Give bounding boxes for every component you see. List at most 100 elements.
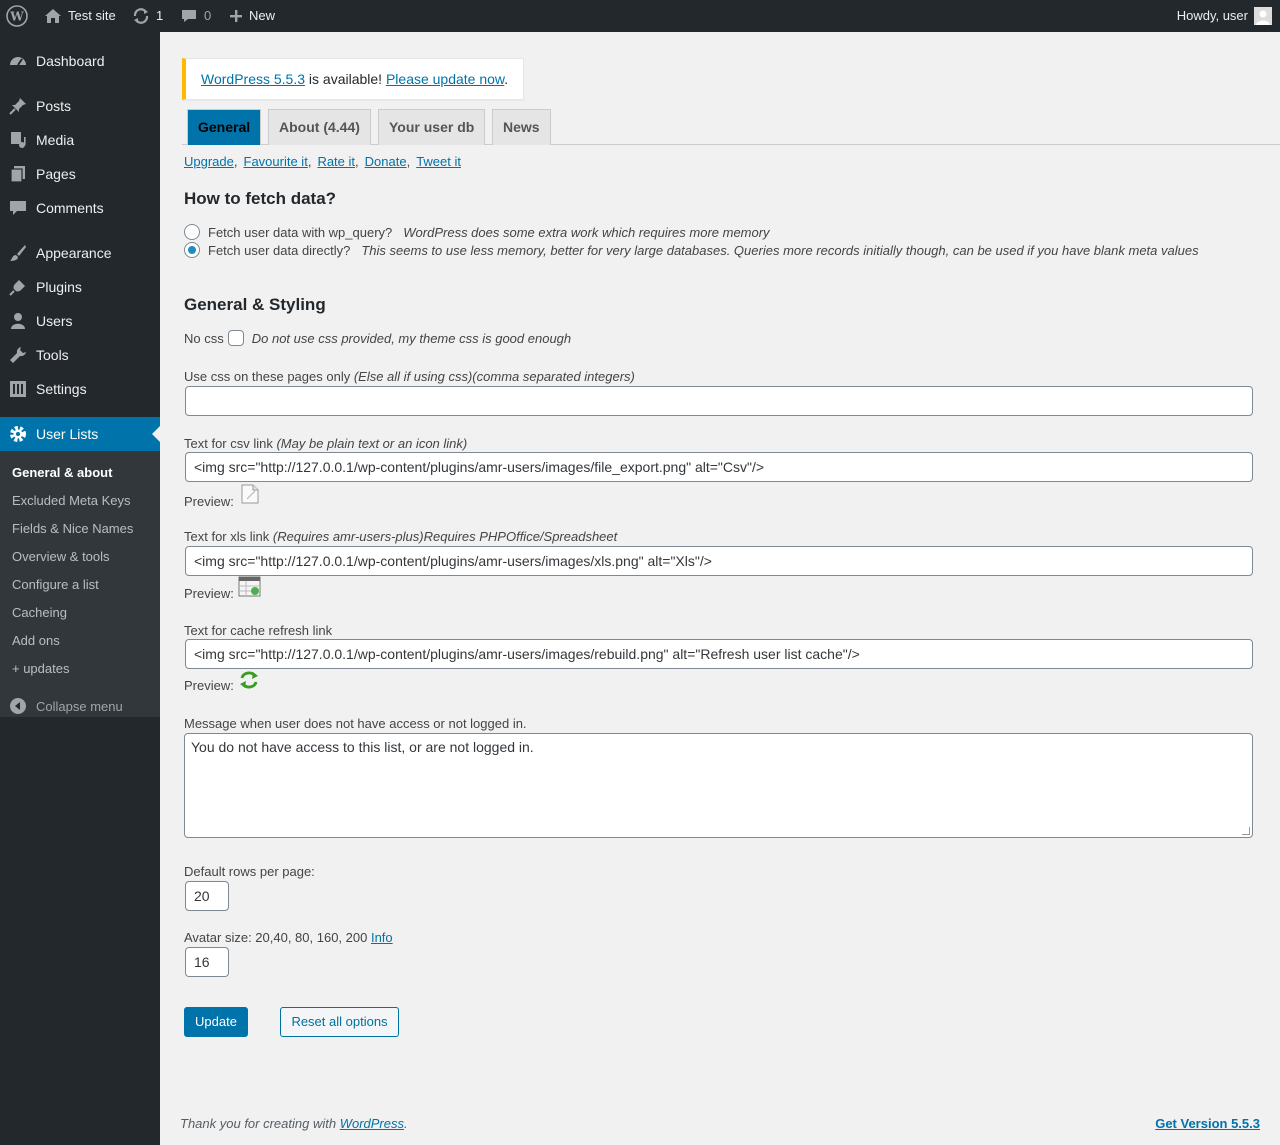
refresh-arrows-icon[interactable] xyxy=(238,670,260,693)
footer-thanks: Thank you for creating with WordPress. xyxy=(180,1116,408,1131)
access-message-textarea[interactable]: You do not have access to this list, or … xyxy=(184,733,1253,838)
gear-icon xyxy=(0,424,36,444)
fetch-wp-query-label: Fetch user data with wp_query? xyxy=(208,224,393,240)
refresh-preview: Preview: xyxy=(184,670,260,693)
preview-label: Preview: xyxy=(184,678,234,693)
dashboard-icon xyxy=(0,51,36,71)
reset-options-button[interactable]: Reset all options xyxy=(280,1007,399,1037)
menu-media[interactable]: Media xyxy=(0,123,160,157)
no-css-checkbox[interactable] xyxy=(227,330,244,346)
csv-preview: Preview: xyxy=(184,482,262,509)
avatar-info-link[interactable]: Info xyxy=(371,930,393,945)
no-css-label: No css xyxy=(184,330,224,346)
preview-label: Preview: xyxy=(184,494,234,509)
tab-your-user-db[interactable]: Your user db xyxy=(378,109,486,145)
csv-link-label: Text for csv link (May be plain text or … xyxy=(184,436,468,451)
fetch-direct-label: Fetch user data directly? xyxy=(208,242,351,258)
rows-per-page-input[interactable]: 20 xyxy=(185,881,229,911)
fetch-direct-note: This seems to use less memory, better fo… xyxy=(361,242,1199,258)
fetch-direct-radio[interactable] xyxy=(184,242,200,258)
styling-heading: General & Styling xyxy=(184,295,326,314)
wrench-icon xyxy=(0,345,36,365)
submenu-item[interactable]: Fields & Nice Names xyxy=(12,515,133,543)
update-now-link[interactable]: Please update now xyxy=(386,71,504,87)
upgrade-link[interactable]: Upgrade xyxy=(184,154,234,169)
footer-wordpress-link[interactable]: WordPress xyxy=(340,1116,404,1131)
menu-comments[interactable]: Comments xyxy=(0,191,160,225)
comments-link[interactable]: 0 xyxy=(180,0,211,32)
avatar-size-input[interactable]: 16 xyxy=(185,947,229,977)
fetch-option-wp-query: Fetch user data with wp_query? WordPress… xyxy=(184,224,770,240)
fetch-option-direct: Fetch user data directly? This seems to … xyxy=(184,242,1199,258)
preview-label: Preview: xyxy=(184,586,234,601)
spreadsheet-icon[interactable] xyxy=(238,576,262,601)
paintbrush-icon xyxy=(0,243,36,263)
user-icon xyxy=(0,311,36,331)
comments-icon xyxy=(0,198,36,218)
menu-pages[interactable]: Pages xyxy=(0,157,160,191)
fetch-wp-query-radio[interactable] xyxy=(184,224,200,240)
fetch-wp-query-note: WordPress does some extra work which req… xyxy=(403,224,770,240)
favourite-link[interactable]: Favourite it xyxy=(244,154,308,169)
main-content: WordPress 5.5.3 is available! Please upd… xyxy=(160,32,1280,1145)
tab-news[interactable]: News xyxy=(492,109,551,145)
submenu-item[interactable]: General & about xyxy=(12,459,112,487)
rows-per-page-label: Default rows per page: xyxy=(184,864,315,879)
donate-link[interactable]: Donate xyxy=(365,154,407,169)
tweet-link[interactable]: Tweet it xyxy=(416,154,461,169)
css-pages-label: Use css on these pages only (Else all if… xyxy=(184,369,635,384)
notice-end: . xyxy=(504,71,509,87)
notice-text: is available! xyxy=(305,71,386,87)
access-message-label: Message when user does not have access o… xyxy=(184,716,527,731)
svg-text:W: W xyxy=(9,10,24,24)
footer-version-link[interactable]: Get Version 5.5.3 xyxy=(1155,1116,1260,1131)
css-pages-input[interactable] xyxy=(185,386,1253,416)
submenu-item[interactable]: Configure a list xyxy=(12,571,99,599)
menu-dashboard[interactable]: Dashboard xyxy=(0,44,160,78)
avatar xyxy=(1254,7,1272,25)
update-button[interactable]: Update xyxy=(184,1007,248,1037)
tab-about[interactable]: About (4.44) xyxy=(268,109,371,145)
new-content-link[interactable]: New xyxy=(229,0,275,32)
menu-plugins[interactable]: Plugins xyxy=(0,270,160,304)
greeting: Howdy, user xyxy=(1176,8,1248,23)
menu-tools[interactable]: Tools xyxy=(0,338,160,372)
collapse-menu-button[interactable]: Collapse menu xyxy=(0,691,160,721)
menu-posts[interactable]: Posts xyxy=(0,89,160,123)
site-name-link[interactable]: Test site xyxy=(44,0,116,32)
avatar-size-label: Avatar size: 20,40, 80, 160, 200 Info xyxy=(184,930,393,945)
csv-link-input[interactable]: <img src="http://127.0.0.1/wp-content/pl… xyxy=(185,452,1253,482)
comment-icon xyxy=(180,8,198,24)
plus-icon xyxy=(229,9,243,23)
wordpress-logo-icon[interactable]: W xyxy=(6,0,28,32)
refresh-icon xyxy=(132,7,150,25)
xls-link-input[interactable]: <img src="http://127.0.0.1/wp-content/pl… xyxy=(185,546,1253,576)
menu-settings[interactable]: Settings xyxy=(0,372,160,406)
resize-handle-icon[interactable] xyxy=(1242,827,1250,835)
collapse-arrow-icon xyxy=(0,697,36,715)
comments-count: 0 xyxy=(204,8,212,23)
tab-general[interactable]: General xyxy=(187,109,262,145)
rate-link[interactable]: Rate it xyxy=(317,154,355,169)
submenu-item[interactable]: + updates xyxy=(12,655,69,683)
submenu-item[interactable]: Add ons xyxy=(12,627,60,655)
refresh-link-label: Text for cache refresh link xyxy=(184,623,333,638)
submenu-item[interactable]: Cacheing xyxy=(12,599,67,627)
no-css-row: No css Do not use css provided, my theme… xyxy=(184,330,571,346)
refresh-link-input[interactable]: <img src="http://127.0.0.1/wp-content/pl… xyxy=(185,639,1253,669)
menu-appearance[interactable]: Appearance xyxy=(0,236,160,270)
admin-bar: W Test site 1 0 New Howdy, user xyxy=(0,0,1280,32)
menu-users[interactable]: Users xyxy=(0,304,160,338)
home-icon xyxy=(44,8,62,24)
submenu-item[interactable]: Excluded Meta Keys xyxy=(12,487,131,515)
wordpress-version-link[interactable]: WordPress 5.5.3 xyxy=(201,71,305,87)
my-account-link[interactable]: Howdy, user xyxy=(1177,0,1272,32)
no-css-note: Do not use css provided, my theme css is… xyxy=(251,330,572,346)
updates-link[interactable]: 1 xyxy=(132,0,163,32)
submenu-item[interactable]: Overview & tools xyxy=(12,543,110,571)
settings-sliders-icon xyxy=(0,379,36,399)
file-export-icon[interactable] xyxy=(238,482,262,509)
menu-user-lists[interactable]: User Lists xyxy=(0,417,160,451)
site-name: Test site xyxy=(68,8,116,23)
action-links: Upgrade, Favourite it, Rate it, Donate, Twee… xyxy=(184,154,461,169)
